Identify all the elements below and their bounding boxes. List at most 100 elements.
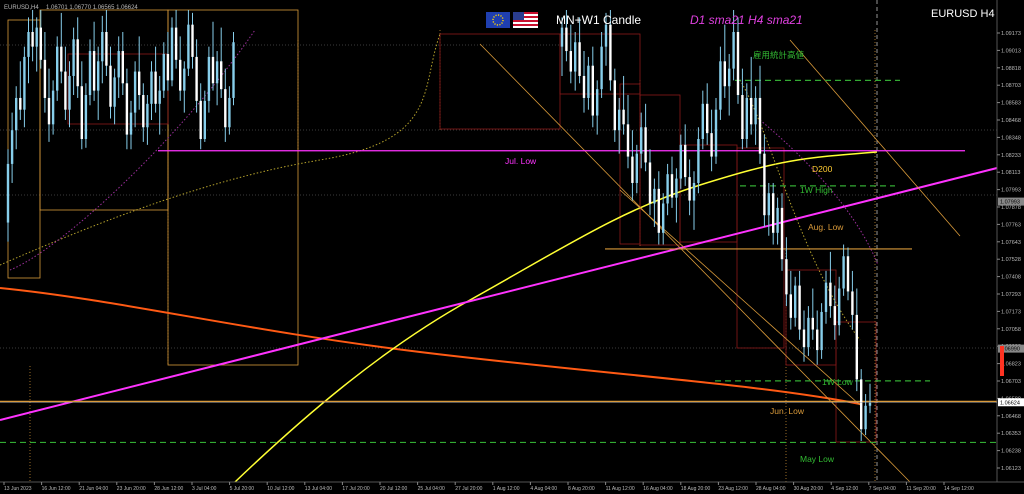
eurusd-h4-chart[interactable]: Jul. Low D200 1W High Aug. Low 1W Low Jun. Lo… (0, 0, 1024, 494)
candle-body (697, 138, 700, 183)
candle-body (215, 61, 219, 84)
candle-body (613, 80, 616, 131)
candle-body (133, 71, 137, 113)
price-tick-label: 1.07408 (1001, 275, 1021, 281)
time-tick-label: 23 Jun 20:00 (117, 486, 146, 492)
candle-body (860, 379, 863, 430)
candle-body (736, 31, 740, 96)
candle-body (864, 405, 867, 430)
price-tick-label: 1.07643 (1001, 240, 1021, 246)
chart-background (0, 0, 1024, 494)
price-tick-label: 1.09173 (1001, 31, 1021, 37)
chart-symbol-title: EURUSD H4 (931, 8, 995, 20)
candle-body (142, 95, 145, 128)
candle-body (117, 51, 120, 78)
candle-body (706, 103, 709, 134)
candle-body (596, 89, 599, 116)
time-tick-label: 20 Jul 12:00 (380, 486, 407, 492)
candle-body (829, 282, 832, 307)
candle-body (772, 193, 775, 233)
candle-body (728, 68, 731, 87)
candle-body (750, 97, 753, 125)
price-tick-label: 1.09013 (1001, 48, 1021, 54)
candle-body (644, 127, 647, 163)
eu-flag-icon (486, 12, 510, 28)
candle-body (622, 109, 625, 125)
candle-body (232, 42, 235, 98)
candle-body (113, 77, 116, 107)
candle-body (811, 317, 814, 330)
time-tick-label: 13 Jun 2023 (4, 486, 32, 492)
candle-body (68, 75, 71, 110)
candle-body (220, 61, 223, 90)
candle-body (174, 27, 178, 60)
price-tick-label: 1.07993 (1001, 188, 1021, 194)
price-tick-label: 1.08703 (1001, 83, 1021, 89)
candle-body (851, 291, 854, 315)
candle-body (27, 31, 30, 57)
candle-body (88, 51, 92, 96)
candle-body (807, 317, 810, 348)
candle-body (675, 178, 678, 198)
candle-body (138, 71, 141, 96)
us-flag-icon (513, 12, 538, 28)
time-tick-label: 30 Aug 20:00 (794, 486, 824, 492)
time-tick-label: 16 Aug 04:00 (643, 486, 673, 492)
candle-body (578, 42, 581, 76)
price-tick-label: 1.06238 (1001, 449, 1021, 455)
sell-marker (1000, 346, 1004, 376)
price-tick-label: 1.07293 (1001, 292, 1021, 298)
time-tick-label: 17 Jul 20:00 (342, 486, 369, 492)
candle-body (758, 97, 762, 154)
candle-body (745, 97, 748, 139)
candle-body (591, 65, 594, 116)
candle-body (80, 86, 83, 139)
candle-body (833, 306, 836, 326)
price-tick-label: 1.07763 (1001, 222, 1021, 228)
candle-body (569, 51, 572, 72)
candle-body (802, 329, 806, 348)
candle-body (211, 56, 215, 84)
candle-body (785, 259, 788, 295)
candle-body (560, 27, 564, 47)
candle-body (39, 27, 42, 60)
candle-body (179, 59, 182, 91)
candle-body (688, 177, 691, 201)
price-tick-label: 1.07173 (1001, 309, 1021, 315)
candle-body (23, 56, 26, 110)
candle-body (162, 53, 165, 91)
candle-body (600, 46, 603, 90)
candle-body (56, 46, 59, 91)
candle-body (203, 100, 206, 139)
candle-body (763, 153, 766, 216)
candle-body (15, 97, 18, 131)
time-tick-label: 21 Jun 04:00 (79, 486, 108, 492)
time-tick-label: 23 Aug 12:00 (718, 486, 748, 492)
candle-body (816, 329, 819, 351)
time-tick-label: 5 Jul 20:00 (230, 486, 255, 492)
candle-body (121, 51, 124, 84)
level-label: Aug. Low (808, 222, 844, 232)
candle-body (183, 68, 186, 91)
candle-body (109, 65, 112, 107)
time-tick-label: 11 Aug 12:00 (606, 486, 635, 492)
candle-body (604, 24, 608, 47)
candle-body (710, 133, 713, 157)
time-tick-label: 11 Sep 20:00 (906, 486, 936, 492)
time-tick-label: 1 Aug 12:00 (493, 486, 520, 492)
time-tick-label: 4 Aug 04:00 (530, 486, 557, 492)
price-tick-label: 1.08818 (1001, 66, 1021, 72)
candle-body (187, 24, 190, 69)
candle-body (191, 24, 194, 57)
candle-body (170, 27, 174, 81)
time-tick-label: 8 Aug 20:00 (568, 486, 595, 492)
candle-body (780, 207, 784, 260)
candle-body (101, 31, 104, 62)
indicator-label-sma: D1 sma21 H4 sma21 (690, 13, 803, 27)
candle-body (640, 127, 643, 154)
candle-body (719, 61, 722, 110)
candle-body (846, 256, 850, 292)
candle-body (824, 282, 828, 312)
time-tick-label: 27 Jul 20:00 (455, 486, 482, 492)
price-tick-label: 1.06353 (1001, 431, 1021, 437)
